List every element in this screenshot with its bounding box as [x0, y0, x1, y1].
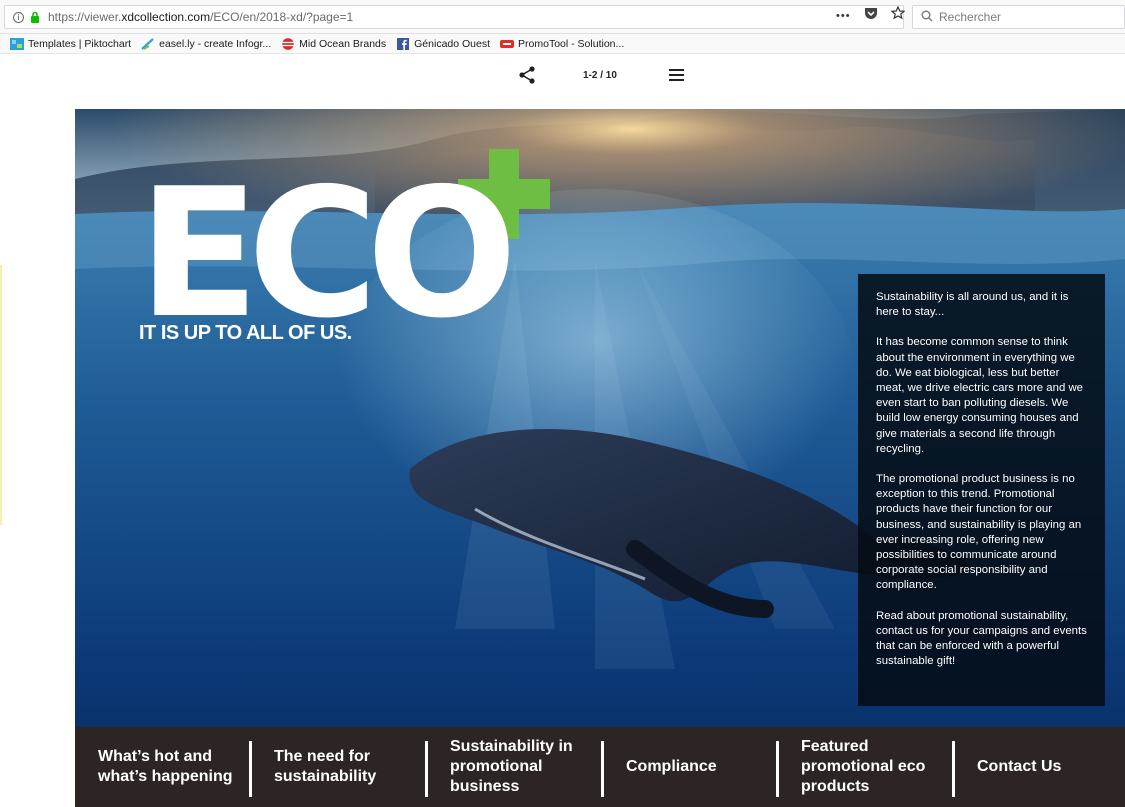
hamburger-menu-icon[interactable] [669, 69, 684, 84]
nav-compliance[interactable]: Compliance [626, 727, 766, 807]
promotool-icon [500, 38, 515, 50]
nav-divider [952, 741, 955, 797]
viewer-toolbar [0, 55, 1125, 95]
url-prefix: https://viewer. [48, 10, 122, 24]
bookmark-easelly[interactable]: easel.ly - create Infogr... [141, 38, 271, 50]
section-nav: What’s hot and what’s happening The need… [75, 727, 1125, 807]
logo-text: ECO [138, 150, 509, 323]
pocket-icon[interactable] [864, 7, 878, 25]
nav-divider [776, 741, 779, 797]
bookmark-label: Mid Ocean Brands [299, 37, 387, 50]
bookmark-promotool[interactable]: PromoTool - Solution... [500, 38, 624, 50]
cover-tagline: IT IS UP TO ALL OF US. [139, 322, 352, 344]
share-icon[interactable] [519, 66, 536, 89]
left-edge-strip [0, 265, 2, 525]
intro-paragraph: Read about promotional sustainability, c… [876, 609, 1087, 668]
bookmarks-bar: Templates | Piktochart easel.ly - create… [0, 34, 1125, 54]
magazine-cover: ECO IT IS UP TO ALL OF US. Sustainabilit… [75, 109, 1125, 807]
bookmark-midocean[interactable]: Mid Ocean Brands [281, 38, 386, 50]
intro-paragraph: Sustainability is all around us, and it … [876, 291, 1069, 319]
nav-divider [249, 741, 252, 797]
search-input[interactable]: Rechercher [912, 5, 1125, 29]
intro-text-panel: Sustainability is all around us, and it … [858, 274, 1105, 706]
bookmark-label: Templates | Piktochart [28, 37, 132, 50]
bookmark-piktochart[interactable]: Templates | Piktochart [10, 37, 132, 50]
bookmark-star-icon[interactable] [890, 5, 906, 25]
nav-divider [425, 741, 428, 797]
browser-toolbar: i https://viewer.xdcollection.com/ECO/en… [0, 0, 1125, 34]
bookmark-label: Génicado Ouest [414, 37, 491, 50]
search-icon [921, 10, 933, 25]
nav-contact-us[interactable]: Contact Us [977, 727, 1117, 807]
intro-paragraph: The promotional product business is no e… [876, 473, 1082, 592]
facebook-icon [396, 37, 410, 50]
url-path: /ECO/en/2018-xd/?page=1 [210, 10, 354, 24]
search-placeholder: Rechercher [939, 10, 1002, 24]
nav-divider [601, 741, 604, 797]
address-bar[interactable]: i https://viewer.xdcollection.com/ECO/en… [4, 5, 904, 29]
midocean-icon [281, 37, 295, 50]
bookmark-label: PromoTool - Solution... [518, 37, 625, 50]
page-indicator: 1-2 / 10 [583, 70, 617, 81]
bookmark-genicado[interactable]: Génicado Ouest [396, 37, 491, 50]
nav-featured-products[interactable]: Featured promotional eco products [801, 727, 941, 807]
info-icon[interactable]: i [13, 11, 24, 23]
nav-whats-hot[interactable]: What’s hot and what’s happening [98, 727, 238, 807]
nav-sustainability-promotional[interactable]: Sustainability in promotional business [450, 727, 590, 807]
piktochart-icon [10, 37, 24, 50]
nav-need-for-sustainability[interactable]: The need for sustainability [274, 727, 414, 807]
intro-paragraph: It has become common sense to think abou… [876, 336, 1084, 455]
url-text: https://viewer.xdcollection.com/ECO/en/2… [48, 10, 353, 24]
eco-plus-logo: ECO [138, 149, 550, 323]
page-actions-icon[interactable]: ••• [836, 10, 851, 22]
easelly-icon [141, 37, 155, 50]
lock-icon[interactable] [30, 11, 40, 23]
bookmark-label: easel.ly - create Infogr... [159, 37, 272, 50]
url-domain: xdcollection.com [121, 10, 211, 24]
